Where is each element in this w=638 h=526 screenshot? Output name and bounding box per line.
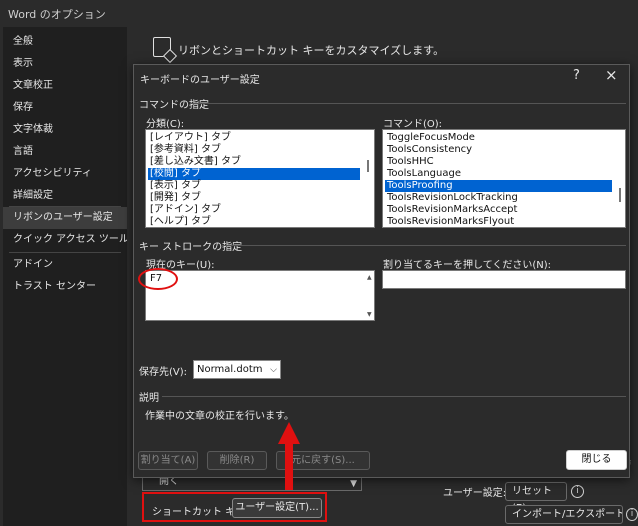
info-icon: i <box>571 485 584 498</box>
customize-shortcut-button[interactable]: ユーザー設定(T)... <box>232 498 322 518</box>
scroll-down-icon[interactable]: ▼ <box>367 311 372 318</box>
current-keys-list[interactable]: F7 ▲ ▼ <box>145 270 375 321</box>
new-key-value <box>385 274 621 286</box>
options-sidebar: 全般 表示 文章校正 保存 文字体裁 言語 アクセシビリティ 詳細設定 リボンの… <box>3 27 127 526</box>
up-arrow-icon <box>278 422 300 490</box>
list-item-selected[interactable]: ToolsProofing <box>385 180 612 192</box>
description-section: 説明 <box>139 393 159 404</box>
window-title: Word のオプション <box>8 8 106 21</box>
assign-button[interactable]: 割り当て(A) <box>138 451 198 470</box>
sidebar-item-accessibility[interactable]: アクセシビリティ <box>3 163 127 185</box>
list-item[interactable]: [アドイン] タブ <box>148 204 362 216</box>
new-key-label: 割り当てるキーを押してください(N): <box>383 260 552 271</box>
sidebar-item-trust-center[interactable]: トラスト センター <box>3 276 127 298</box>
save-in-label: 保存先(V): <box>139 367 188 378</box>
scroll-up-icon[interactable]: ▲ <box>367 274 372 281</box>
sidebar-item-quick-access-toolbar[interactable]: クイック アクセス ツール バー <box>3 229 127 251</box>
reset-button[interactable]: リセット(E) ▾ <box>505 482 567 514</box>
list-item[interactable]: [ヘルプ] タブ <box>148 216 362 227</box>
sidebar-item-general[interactable]: 全般 <box>3 31 127 53</box>
sidebar-item-language[interactable]: 言語 <box>3 141 127 163</box>
section-divider <box>162 396 626 397</box>
import-export-button[interactable]: インポート/エクスポート(P) ▾ <box>505 505 623 524</box>
list-item[interactable]: ToolsRevisionMarksFlyout <box>385 216 613 227</box>
section-divider <box>190 103 626 104</box>
scrollbar[interactable] <box>619 188 621 202</box>
description-text: 作業中の文章の校正を行います。 <box>145 411 294 422</box>
sidebar-item-customize-ribbon[interactable]: リボンのユーザー設定 <box>3 207 127 229</box>
section-divider <box>222 245 626 246</box>
list-item[interactable]: [開発] タブ <box>148 192 362 204</box>
list-item-selected[interactable]: [校閲] タブ <box>148 168 360 180</box>
page-header: リボンとショートカット キーをカスタマイズします。 <box>178 44 445 57</box>
chevron-down-icon: ▼ <box>350 479 357 489</box>
command-list[interactable]: ToggleFocusMode ToolsConsistency ToolsHH… <box>382 129 626 228</box>
list-item[interactable]: ToolsRevisionMarksAccept <box>385 204 613 216</box>
info-icon: i <box>626 508 638 521</box>
help-icon[interactable]: ? <box>573 68 580 83</box>
scrollbar[interactable] <box>367 160 369 172</box>
list-item[interactable]: [参考資料] タブ <box>148 144 362 156</box>
sidebar-item-display[interactable]: 表示 <box>3 53 127 75</box>
category-list[interactable]: [レイアウト] タブ [参考資料] タブ [差し込み文書] タブ [校閲] タブ… <box>145 129 375 228</box>
command-label: コマンド(O): <box>383 119 443 130</box>
list-item[interactable]: [レイアウト] タブ <box>148 132 362 144</box>
sidebar-item-save[interactable]: 保存 <box>3 97 127 119</box>
list-item[interactable]: ToolsHHC <box>385 156 613 168</box>
user-settings-label: ユーザー設定: <box>443 488 507 499</box>
dialog-title: キーボードのユーザー設定 <box>140 75 260 86</box>
list-item[interactable]: ToolsLanguage <box>385 168 613 180</box>
chevron-down-icon: ⌵ <box>270 365 277 375</box>
list-item[interactable]: F7 <box>148 273 362 285</box>
category-label: 分類(C): <box>146 119 185 130</box>
sidebar-item-addins[interactable]: アドイン <box>3 254 127 276</box>
list-item[interactable]: ToolsRevisionLockTracking <box>385 192 613 204</box>
sidebar-item-advanced[interactable]: 詳細設定 <box>3 185 127 207</box>
close-icon[interactable]: × <box>605 66 618 84</box>
list-item[interactable]: [差し込み文書] タブ <box>148 156 362 168</box>
list-item[interactable]: ToolsConsistency <box>385 144 613 156</box>
save-in-value: Normal.dotm <box>197 364 263 375</box>
sidebar-item-typography[interactable]: 文字体裁 <box>3 119 127 141</box>
list-item[interactable]: ToggleFocusMode <box>385 132 613 144</box>
close-button[interactable]: 閉じる <box>566 450 627 470</box>
sidebar-item-proofing[interactable]: 文章校正 <box>3 75 127 97</box>
save-in-select[interactable]: Normal.dotm ⌵ <box>193 360 281 379</box>
customize-ribbon-icon <box>153 37 171 57</box>
list-item[interactable]: [表示] タブ <box>148 180 362 192</box>
sidebar-divider <box>9 252 121 253</box>
remove-button[interactable]: 削除(R) <box>207 451 267 470</box>
highlight-ellipse <box>138 268 178 290</box>
new-key-input[interactable] <box>382 270 626 289</box>
